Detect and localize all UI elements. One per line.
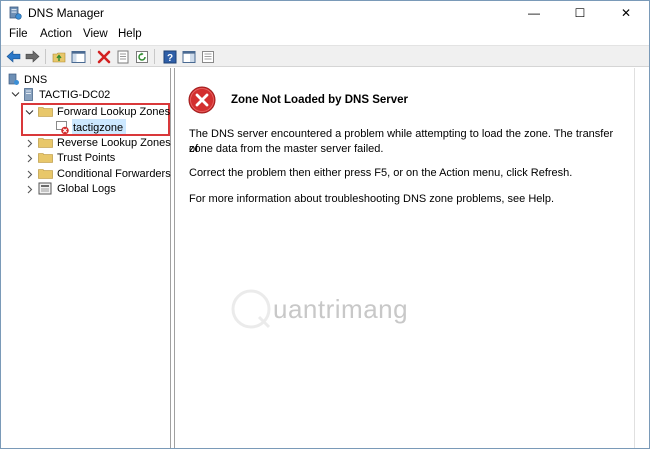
properties-button[interactable] [114, 48, 132, 65]
folder-icon [38, 169, 53, 179]
toolbar-separator [154, 49, 155, 64]
export-list-button[interactable] [199, 48, 217, 65]
up-one-level-button[interactable] [50, 48, 68, 65]
tree-node-server[interactable]: TACTIG-DC02 [22, 87, 110, 102]
close-icon: ✕ [620, 6, 632, 20]
chevron-right-icon [27, 154, 32, 162]
menu-action[interactable]: Action [40, 28, 72, 40]
expand-conditional-forwarders-chevron[interactable] [24, 169, 34, 179]
chevron-right-icon [27, 139, 32, 147]
show-hide-tree-icon [71, 50, 85, 63]
server-icon [24, 88, 33, 101]
tree-node-forward-lookup-zones[interactable]: Forward Lookup Zones [38, 104, 170, 119]
chevron-down-icon [11, 91, 19, 97]
expand-forward-zones-chevron[interactable] [24, 107, 34, 117]
refresh-icon [136, 50, 148, 63]
folder-icon [38, 107, 53, 117]
expand-global-logs-chevron[interactable] [24, 184, 34, 194]
global-logs-icon [38, 182, 52, 195]
tree-node-trust-points[interactable]: Trust Points [38, 150, 115, 165]
forward-arrow-icon [25, 50, 39, 63]
watermark-text: uantrimang [273, 294, 409, 324]
window-title: DNS Manager [28, 6, 105, 20]
folder-icon [38, 138, 53, 148]
tree-node-dns[interactable]: DNS [7, 72, 47, 87]
maximize-button[interactable]: ☐ [557, 1, 603, 25]
show-hide-action-pane-button[interactable] [180, 48, 198, 65]
tree-node-tactigzone[interactable]: tactigzone [56, 120, 123, 135]
help-button[interactable]: ? [161, 48, 179, 65]
error-icon [188, 86, 216, 114]
menu-file[interactable]: File [9, 28, 28, 40]
help-icon: ? [163, 50, 177, 64]
chevron-down-icon [25, 109, 33, 115]
help-reference: For more information about troubleshooti… [189, 193, 555, 205]
maximize-icon: ☐ [574, 6, 586, 20]
folder-icon [38, 153, 53, 163]
delete-icon [97, 50, 111, 63]
vertical-scrollbar[interactable] [634, 68, 649, 448]
result-pane [174, 68, 634, 448]
title-bar: DNS Manager — ☐ ✕ [1, 1, 649, 25]
menu-help[interactable]: Help [118, 28, 142, 40]
dns-manager-window: DNS Manager — ☐ ✕ File Action View Help [0, 0, 650, 449]
toolbar: ? [1, 45, 649, 67]
dns-root-icon [8, 73, 19, 85]
correction-instructions: Correct the problem then either press F5… [189, 167, 573, 179]
properties-icon [117, 50, 129, 63]
svg-text:?: ? [167, 53, 173, 64]
menu-view[interactable]: View [83, 28, 108, 40]
forward-button[interactable] [23, 48, 41, 65]
chevron-right-icon [27, 170, 32, 178]
menu-bar: File Action View Help [1, 25, 649, 45]
delete-button[interactable] [95, 48, 113, 65]
show-hide-console-tree-button[interactable] [69, 48, 87, 65]
tree-node-reverse-lookup-zones[interactable]: Reverse Lookup Zones [38, 135, 171, 150]
close-button[interactable]: ✕ [603, 1, 649, 25]
tree-node-conditional-forwarders[interactable]: Conditional Forwarders [38, 166, 171, 181]
export-list-icon [202, 50, 214, 63]
expand-trust-points-chevron[interactable] [24, 153, 34, 163]
refresh-button[interactable] [133, 48, 151, 65]
minimize-icon: — [528, 6, 540, 20]
zone-error-icon [56, 120, 69, 134]
toolbar-separator [45, 49, 46, 64]
back-button[interactable] [4, 48, 22, 65]
up-folder-icon [52, 52, 65, 62]
back-arrow-icon [6, 50, 20, 63]
chevron-right-icon [27, 185, 32, 193]
error-description-line-2: zone data from the master server failed. [189, 143, 384, 155]
expand-reverse-zones-chevron[interactable] [24, 138, 34, 148]
dns-manager-app-icon [9, 6, 22, 20]
expand-server-chevron[interactable] [10, 89, 20, 99]
minimize-button[interactable]: — [511, 1, 557, 25]
show-pane-icon [182, 50, 196, 63]
tree-node-global-logs[interactable]: Global Logs [38, 181, 116, 196]
toolbar-separator [90, 49, 91, 64]
error-heading: Zone Not Loaded by DNS Server [231, 94, 409, 106]
